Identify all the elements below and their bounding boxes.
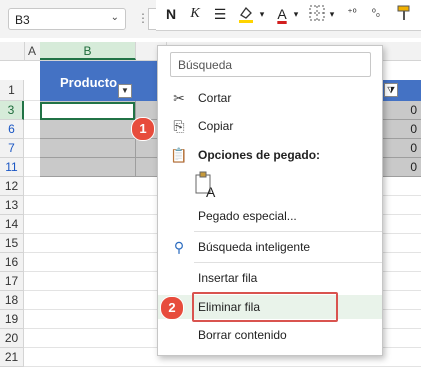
- chevron-down-icon[interactable]: ▾: [328, 4, 336, 24]
- menu-item-label: Copiar: [198, 119, 234, 133]
- bold-button[interactable]: N: [164, 4, 178, 24]
- menu-item-cut[interactable]: ✂ Cortar: [158, 86, 382, 110]
- chevron-down-icon[interactable]: ▾: [258, 4, 266, 24]
- row-header-21[interactable]: 21: [0, 348, 24, 367]
- menu-item-paste-options: 📋 Opciones de pegado:: [158, 143, 382, 167]
- filter-active-icon[interactable]: ⧩: [384, 83, 398, 97]
- menu-item-clear-contents[interactable]: Borrar contenido: [158, 323, 382, 347]
- active-cell-b3[interactable]: [40, 102, 135, 120]
- more-dots-icon[interactable]: ⋮: [137, 11, 149, 25]
- menu-item-label: Pegado especial...: [198, 209, 297, 223]
- row-header-13[interactable]: 13: [0, 196, 24, 215]
- increase-decimal-icon[interactable]: ⁺⁰: [342, 4, 362, 24]
- mini-toolbar: N K ☰ ▾ A ▾ ▾ ⁺⁰ ⁰₀: [156, 0, 421, 31]
- menu-item-insert-row[interactable]: Insertar fila: [158, 266, 382, 290]
- menu-item-paste-special[interactable]: Pegado especial...: [158, 204, 382, 228]
- chevron-down-icon[interactable]: ▾: [292, 4, 300, 24]
- column-header-b[interactable]: B: [40, 42, 136, 60]
- menu-item-copy[interactable]: ⎘ Copiar: [158, 114, 382, 138]
- menu-divider: [194, 231, 382, 232]
- row-header-19[interactable]: 19: [0, 310, 24, 329]
- select-all-corner[interactable]: [0, 42, 25, 60]
- decrease-decimal-icon[interactable]: ⁰₀: [366, 4, 386, 24]
- menu-item-smart-lookup[interactable]: ⚲ Búsqueda inteligente: [158, 235, 382, 259]
- clipboard-icon: 📋: [170, 147, 188, 163]
- filter-dropdown-icon[interactable]: ▼: [118, 84, 132, 98]
- svg-text:A: A: [206, 184, 216, 199]
- table-row[interactable]: [40, 158, 166, 177]
- menu-item-label: Búsqueda inteligente: [198, 240, 311, 254]
- menu-item-label: Cortar: [198, 91, 232, 105]
- smart-lookup-icon: ⚲: [173, 239, 185, 255]
- table-row[interactable]: [40, 139, 166, 158]
- context-menu: Búsqueda ✂ Cortar ⎘ Copiar 📋 Opciones de…: [157, 45, 383, 356]
- row-header-20[interactable]: 20: [0, 329, 24, 348]
- align-center-icon[interactable]: ☰: [212, 4, 228, 24]
- row-header-16[interactable]: 16: [0, 253, 24, 272]
- menu-item-label: Opciones de pegado:: [198, 148, 321, 162]
- name-box[interactable]: B3 ⌄: [8, 8, 126, 30]
- row-header-1[interactable]: 1: [0, 80, 24, 101]
- row-header-14[interactable]: 14: [0, 215, 24, 234]
- row-header-7[interactable]: 7: [0, 139, 24, 158]
- menu-divider: [194, 262, 382, 263]
- row-header-12[interactable]: 12: [0, 177, 24, 196]
- menu-item-label: Borrar contenido: [198, 328, 287, 342]
- paste-values-icon[interactable]: A: [194, 171, 218, 200]
- table-header: Producto ▼: [40, 61, 166, 101]
- menu-search-input[interactable]: Búsqueda: [170, 52, 371, 77]
- scissors-icon: ✂: [173, 90, 185, 106]
- row-header-18[interactable]: 18: [0, 291, 24, 310]
- name-box-value: B3: [15, 13, 30, 27]
- step-badge-2: 2: [160, 296, 184, 320]
- table-header-producto: Producto: [60, 75, 118, 90]
- row-header-11[interactable]: 11: [0, 158, 24, 177]
- menu-item-label: Insertar fila: [198, 271, 258, 285]
- column-header-a[interactable]: A: [24, 42, 41, 60]
- italic-button[interactable]: K: [188, 4, 202, 24]
- font-color-button[interactable]: A: [274, 4, 290, 24]
- row-header-3[interactable]: 3: [0, 101, 24, 120]
- copy-icon: ⎘: [173, 118, 185, 134]
- row-header-6[interactable]: 6: [0, 120, 24, 139]
- borders-icon[interactable]: [308, 4, 326, 24]
- row-header-17[interactable]: 17: [0, 272, 24, 291]
- format-painter-icon[interactable]: [394, 4, 414, 24]
- fill-color-icon[interactable]: [236, 4, 256, 24]
- chevron-down-icon[interactable]: ⌄: [111, 12, 119, 23]
- row-header-15[interactable]: 15: [0, 234, 24, 253]
- step-badge-1: 1: [131, 117, 155, 141]
- highlight-box: [192, 292, 338, 322]
